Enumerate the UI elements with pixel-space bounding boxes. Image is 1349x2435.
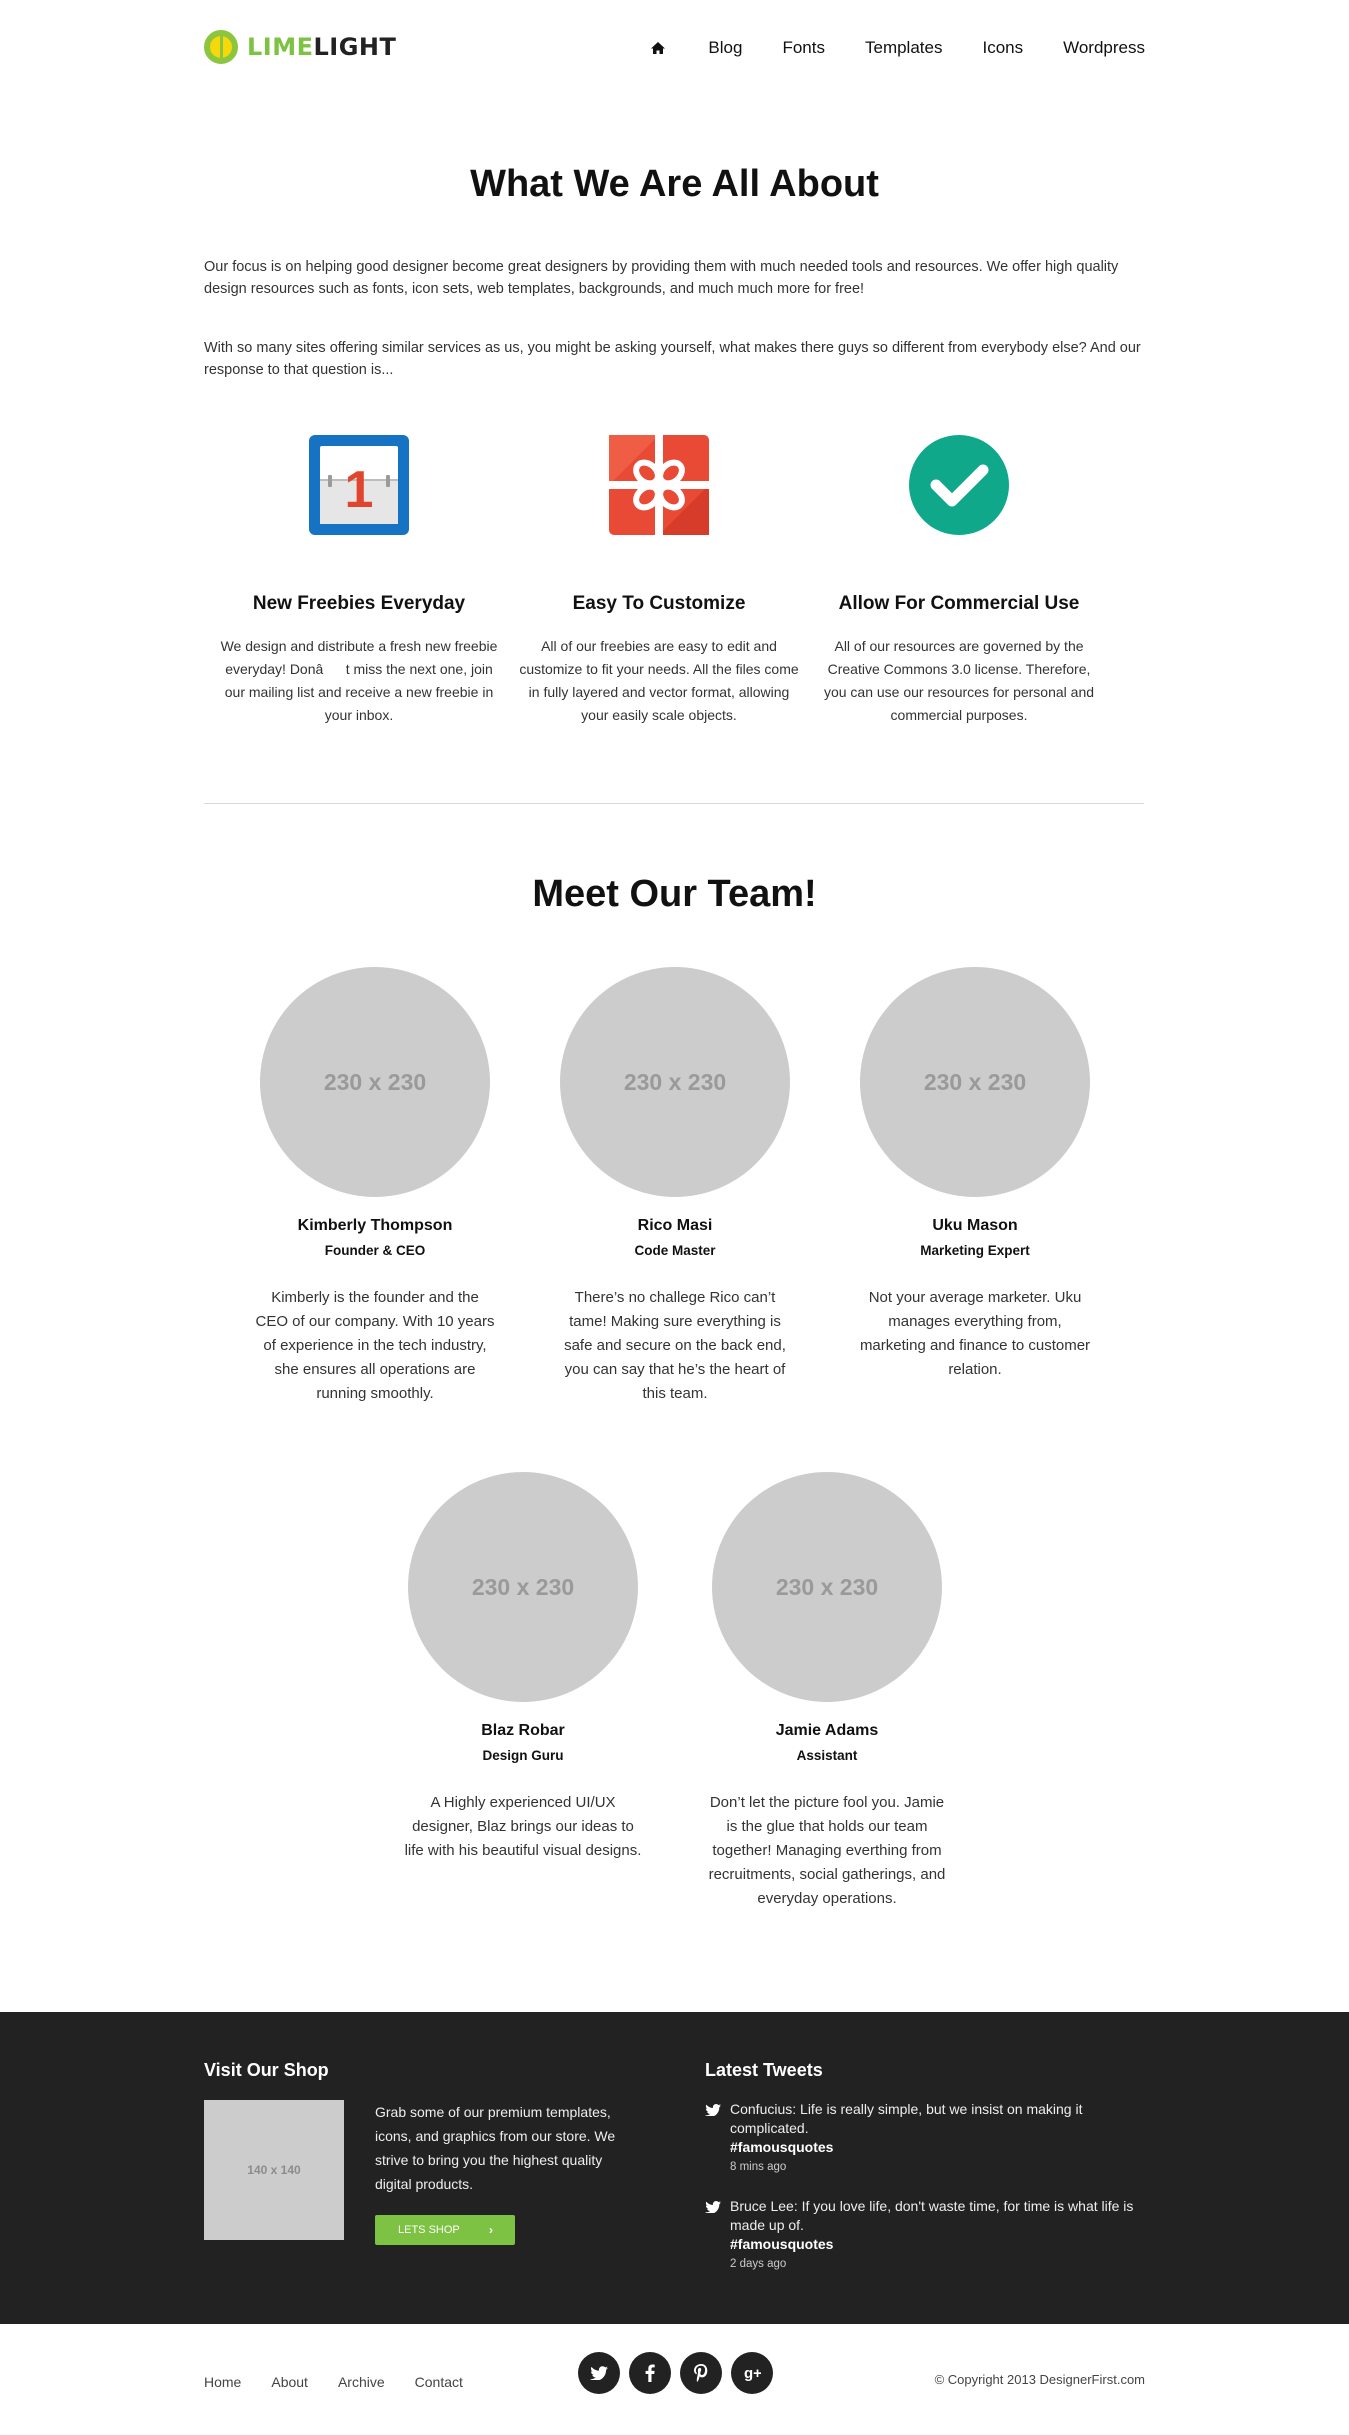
tweet-time: 2 days ago	[730, 2258, 787, 2270]
chevron-right-icon: ›	[489, 2223, 493, 2237]
member-bio: There’s no challege Rico can’t tame! Mak…	[564, 1289, 786, 1402]
logo-text: LIMELIGHT	[247, 33, 397, 61]
team-member-blaz: 230 x 230 Blaz Robar Design Guru A Highl…	[403, 1472, 643, 1863]
twitter-bird-icon	[705, 2103, 721, 2117]
footer-link-about[interactable]: About	[271, 2374, 308, 2390]
tweet-hashtag[interactable]: #famousquotes	[730, 2138, 1145, 2157]
facebook-icon[interactable]	[629, 2352, 671, 2394]
member-role: Marketing Expert	[920, 1243, 1030, 1258]
checkmark-icon	[909, 435, 1009, 535]
member-name: Blaz Robar	[481, 1722, 565, 1739]
member-name: Kimberly Thompson	[297, 1217, 453, 1234]
member-photo-placeholder: 230 x 230	[408, 1472, 638, 1702]
svg-text:1: 1	[345, 461, 374, 519]
feature-commercial: Allow For Commercial Use All of our reso…	[819, 435, 1099, 727]
social-links: g+	[578, 2352, 782, 2394]
about-paragraph-2: With so many sites offering similar serv…	[204, 340, 1141, 378]
feature-text: We design and distribute a fresh new fre…	[220, 638, 498, 723]
member-photo-placeholder: 230 x 230	[712, 1472, 942, 1702]
footer-widgets: Visit Our Shop 140 x 140 Grab some of ou…	[0, 2012, 1349, 2324]
team-title: Meet Our Team!	[532, 873, 817, 915]
footer-nav: Home About Archive Contact	[204, 2374, 493, 2390]
member-photo-placeholder: 230 x 230	[860, 967, 1090, 1197]
team-member-rico: 230 x 230 Rico Masi Code Master There’s …	[555, 967, 795, 1406]
tweet-time: 8 mins ago	[730, 2161, 787, 2173]
footer-link-archive[interactable]: Archive	[338, 2374, 385, 2390]
section-divider	[204, 803, 1144, 804]
nav-blog[interactable]: Blog	[708, 38, 742, 58]
footer-link-home[interactable]: Home	[204, 2374, 241, 2390]
footer-bottom: Home About Archive Contact g+ © Copyrigh…	[0, 2324, 1349, 2435]
member-role: Founder & CEO	[324, 1243, 426, 1258]
home-icon[interactable]	[650, 41, 666, 55]
nav-templates[interactable]: Templates	[865, 38, 942, 58]
lets-shop-button[interactable]: LETS SHOP ›	[375, 2215, 515, 2245]
nav-wordpress[interactable]: Wordpress	[1063, 38, 1145, 58]
pinterest-icon[interactable]	[680, 2352, 722, 2394]
site-logo[interactable]: LIMELIGHT	[204, 30, 396, 64]
shop-title: Visit Our Shop	[204, 2060, 329, 2080]
calendar-icon: 1	[309, 435, 409, 535]
feature-customize: Easy To Customize All of our freebies ar…	[519, 435, 799, 727]
about-paragraph-1: Our focus is on helping good designer be…	[204, 259, 1119, 297]
gift-icon	[609, 435, 709, 535]
member-role: Assistant	[796, 1748, 858, 1763]
feature-title: New Freebies Everyday	[252, 593, 466, 614]
member-bio: A Highly experienced UI/UX designer, Bla…	[404, 1794, 642, 1859]
svg-text:g+: g+	[744, 2365, 761, 2382]
member-bio: Not your average marketer. Uku manages e…	[859, 1289, 1091, 1378]
twitter-bird-icon	[705, 2200, 721, 2214]
member-bio: Don’t let the picture fool you. Jamie is…	[708, 1794, 946, 1907]
member-name: Jamie Adams	[775, 1722, 879, 1739]
member-role: Design Guru	[482, 1748, 564, 1763]
feature-title: Allow For Commercial Use	[838, 593, 1080, 614]
feature-freebies: 1 New Freebies Everyday We design and di…	[219, 435, 499, 727]
member-name: Rico Masi	[637, 1217, 713, 1234]
nav-fonts[interactable]: Fonts	[782, 38, 825, 58]
tweet-item: Bruce Lee: If you love life, don't waste…	[705, 2197, 1145, 2274]
lets-shop-label: LETS SHOP	[398, 2224, 460, 2236]
logo-icon	[204, 30, 238, 64]
tweet-text: Confucius: Life is really simple, but we…	[730, 2101, 1083, 2136]
main-nav: Blog Fonts Templates Icons Wordpress	[610, 38, 1145, 58]
tweet-text: Bruce Lee: If you love life, don't waste…	[730, 2198, 1134, 2233]
feature-text: All of our freebies are easy to edit and…	[519, 638, 799, 723]
about-title: What We Are All About	[470, 163, 879, 205]
team-member-jamie: 230 x 230 Jamie Adams Assistant Don’t le…	[707, 1472, 947, 1911]
tweets-title: Latest Tweets	[705, 2060, 823, 2080]
team-member-uku: 230 x 230 Uku Mason Marketing Expert Not…	[855, 967, 1095, 1382]
member-photo-placeholder: 230 x 230	[260, 967, 490, 1197]
shop-image-placeholder: 140 x 140	[204, 2100, 344, 2240]
member-bio: Kimberly is the founder and the CEO of o…	[255, 1289, 495, 1402]
footer-link-contact[interactable]: Contact	[415, 2374, 463, 2390]
google-plus-icon[interactable]: g+	[731, 2352, 773, 2394]
tweet-item: Confucius: Life is really simple, but we…	[705, 2100, 1145, 2177]
feature-text: All of our resources are governed by the…	[823, 638, 1095, 723]
member-name: Uku Mason	[932, 1217, 1018, 1234]
twitter-icon[interactable]	[578, 2352, 620, 2394]
tweet-hashtag[interactable]: #famousquotes	[730, 2235, 1145, 2254]
shop-text: Grab some of our premium templates, icon…	[375, 2104, 616, 2192]
team-member-kimberly: 230 x 230 Kimberly Thompson Founder & CE…	[255, 967, 495, 1406]
feature-title: Easy To Customize	[572, 593, 746, 614]
member-photo-placeholder: 230 x 230	[560, 967, 790, 1197]
copyright: © Copyright 2013 DesignerFirst.com	[934, 2372, 1145, 2387]
site-header: LIMELIGHT Blog Fonts Templates Icons Wor…	[0, 0, 1349, 100]
nav-icons[interactable]: Icons	[982, 38, 1023, 58]
member-role: Code Master	[634, 1243, 716, 1258]
